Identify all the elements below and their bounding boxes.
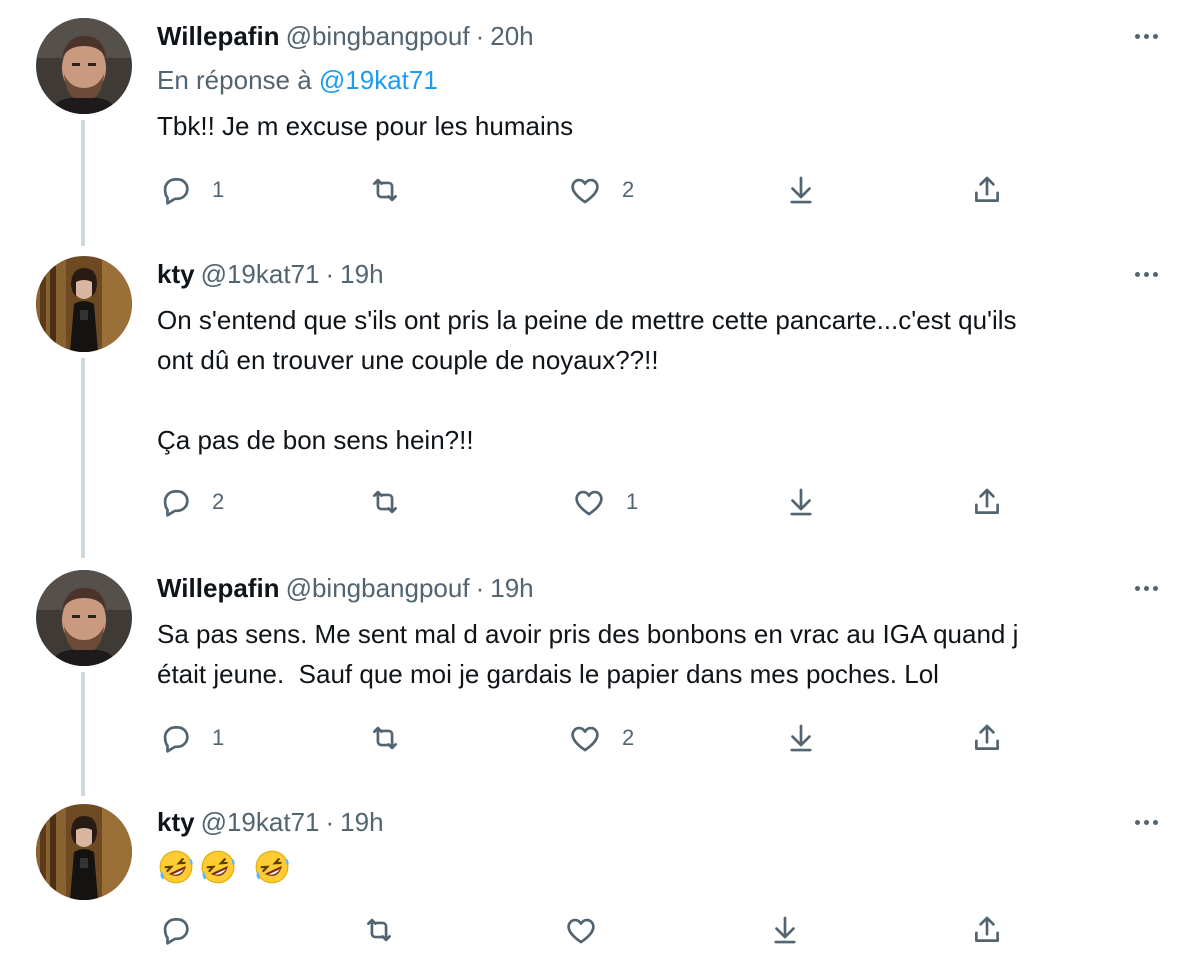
share-icon	[975, 176, 999, 202]
avatar-willepafin[interactable]	[36, 18, 132, 114]
bookmark-down-arrow-icon	[790, 176, 812, 204]
share-icon	[975, 916, 999, 942]
tweet-header: kty @19kat71 · 19h	[157, 804, 384, 840]
user-handle[interactable]: @19kat71	[201, 259, 320, 289]
reply-button[interactable]: 2	[158, 482, 224, 522]
rolling-on-floor-laughing-emoji	[159, 850, 193, 884]
user-handle[interactable]: @bingbangpouf	[286, 21, 470, 51]
bookmark-button[interactable]	[784, 170, 818, 210]
reply-icon	[163, 490, 189, 517]
retweet-icon	[367, 918, 391, 942]
reply-context: En réponse à @19kat71	[157, 62, 438, 98]
reply-button[interactable]	[158, 910, 212, 950]
tweet-text: On s'entend que s'ils ont pris la peine …	[157, 305, 1017, 455]
user-handle[interactable]: @19kat71	[201, 807, 320, 837]
separator-dot: ·	[475, 21, 485, 51]
heart-icon	[571, 178, 599, 204]
tweet-actions: 2 1	[0, 482, 1194, 522]
heart-icon	[567, 918, 595, 944]
more-dots-icon[interactable]	[1126, 804, 1166, 840]
like-count: 2	[622, 177, 635, 202]
reply-count: 1	[212, 177, 225, 202]
separator-dot: ·	[325, 259, 335, 289]
tweet-emoji-content	[157, 848, 291, 886]
tweet-text: Tbk!! Je m excuse pour les humains	[157, 111, 574, 141]
reply-prefix: En réponse à	[157, 65, 312, 95]
retweet-button[interactable]	[368, 170, 402, 210]
tweet-actions: 1 2	[0, 718, 1194, 758]
tweet-actions: 1 2	[0, 170, 1194, 210]
timestamp[interactable]: 19h	[340, 259, 383, 289]
share-icon	[975, 724, 999, 750]
thread-connector-line	[81, 358, 85, 558]
reply-count: 1	[212, 725, 225, 750]
retweet-icon	[373, 490, 397, 514]
separator-dot: ·	[475, 573, 485, 603]
conversation-thread: Willepafin @bingbangpouf · 20h En réponse à…	[0, 0, 1194, 960]
like-button[interactable]: 1	[572, 482, 638, 522]
retweet-button[interactable]	[368, 718, 402, 758]
reply-icon	[163, 178, 189, 205]
more-dots-icon[interactable]	[1126, 256, 1166, 292]
separator-dot: ·	[325, 807, 335, 837]
reply-count: 2	[212, 489, 225, 514]
emoji-spacer	[241, 848, 249, 886]
share-button[interactable]	[970, 910, 1004, 950]
reply-button[interactable]: 1	[158, 170, 224, 210]
share-icon	[975, 488, 999, 514]
avatar-kty[interactable]	[36, 256, 132, 352]
like-button[interactable]: 2	[568, 170, 634, 210]
avatar-kty[interactable]	[36, 804, 132, 900]
reply-button[interactable]: 1	[158, 718, 224, 758]
like-button[interactable]	[564, 910, 618, 950]
share-button[interactable]	[970, 482, 1004, 522]
more-dots-icon[interactable]	[1126, 18, 1166, 54]
like-count: 2	[622, 725, 635, 750]
like-button[interactable]: 2	[568, 718, 634, 758]
timestamp[interactable]: 19h	[490, 573, 533, 603]
retweet-button[interactable]	[362, 910, 396, 950]
like-count: 1	[626, 489, 639, 514]
tweet-header: Willepafin @bingbangpouf · 19h	[157, 570, 534, 606]
display-name[interactable]: kty	[157, 259, 195, 289]
timestamp[interactable]: 20h	[490, 21, 533, 51]
heart-icon	[575, 490, 603, 516]
rolling-on-floor-laughing-emoji	[201, 850, 235, 884]
bookmark-down-arrow-icon	[790, 488, 812, 516]
display-name[interactable]: kty	[157, 807, 195, 837]
bookmark-button[interactable]	[784, 482, 818, 522]
retweet-icon	[373, 726, 397, 750]
more-dots-icon[interactable]	[1126, 570, 1166, 606]
tweet-header: Willepafin @bingbangpouf · 20h	[157, 18, 534, 54]
retweet-button[interactable]	[368, 482, 402, 522]
avatar-willepafin[interactable]	[36, 570, 132, 666]
bookmark-down-arrow-icon	[774, 916, 796, 944]
rolling-on-floor-laughing-emoji	[255, 850, 289, 884]
bookmark-button[interactable]	[768, 910, 802, 950]
display-name[interactable]: Willepafin	[157, 21, 280, 51]
heart-icon	[571, 726, 599, 752]
user-handle[interactable]: @bingbangpouf	[286, 573, 470, 603]
tweet-actions	[0, 910, 1194, 950]
tweet-text: Sa pas sens. Me sent mal d avoir pris de…	[157, 619, 1019, 689]
share-button[interactable]	[970, 170, 1004, 210]
bookmark-down-arrow-icon	[790, 724, 812, 752]
timestamp[interactable]: 19h	[340, 807, 383, 837]
display-name[interactable]: Willepafin	[157, 573, 280, 603]
tweet-header: kty @19kat71 · 19h	[157, 256, 384, 292]
reply-mention-link[interactable]: @19kat71	[319, 65, 438, 95]
reply-icon	[163, 918, 189, 945]
bookmark-button[interactable]	[784, 718, 818, 758]
share-button[interactable]	[970, 718, 1004, 758]
retweet-icon	[373, 178, 397, 202]
reply-icon	[163, 726, 189, 753]
